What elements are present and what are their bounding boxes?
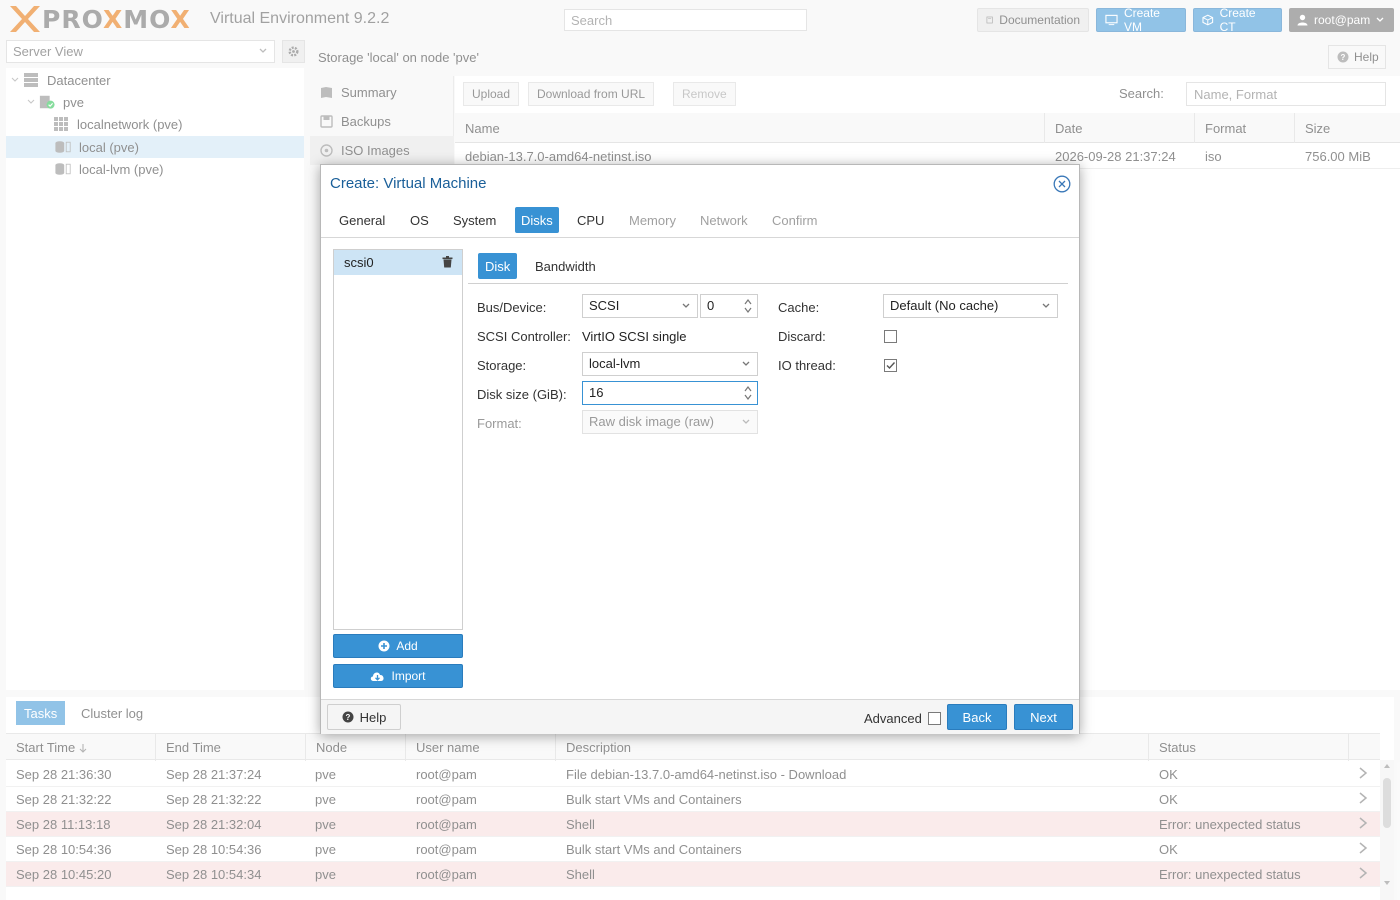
wizard-tabs: General OS System Disks CPU Memory Netwo… (321, 205, 1079, 237)
create-vm-dialog: Create: Virtual Machine General OS Syste… (320, 164, 1080, 734)
discard-label: Discard: (778, 329, 826, 344)
trash-icon[interactable] (442, 256, 453, 268)
question-circle-icon: ? (342, 711, 354, 723)
dialog-help-label: Help (359, 709, 387, 725)
import-disk-button[interactable]: Import (333, 664, 463, 688)
disk-size-label: Disk size (GiB): (477, 387, 567, 402)
tab-memory[interactable]: Memory (623, 207, 682, 233)
bus-select-value: SCSI (589, 298, 620, 313)
bus-select[interactable]: SCSI (582, 294, 698, 318)
chevron-down-icon (742, 419, 750, 424)
cloud-download-icon (371, 672, 385, 681)
scsi-controller-label: SCSI Controller: (477, 329, 571, 344)
bus-device-label: Bus/Device: (477, 300, 547, 315)
cache-select[interactable]: Default (No cache) (883, 294, 1058, 318)
cache-select-value: Default (No cache) (890, 298, 999, 313)
tab-os[interactable]: OS (404, 207, 435, 233)
scsi-controller-value: VirtIO SCSI single (582, 329, 687, 344)
device-number-value: 0 (707, 298, 715, 313)
back-button[interactable]: Back (947, 704, 1007, 730)
disk-list: scsi0 (333, 249, 463, 630)
advanced-label: Advanced (864, 711, 922, 726)
format-select[interactable]: Raw disk image (raw) (582, 410, 758, 434)
next-button[interactable]: Next (1014, 704, 1073, 730)
tab-disks[interactable]: Disks (515, 207, 559, 233)
tab-general[interactable]: General (333, 207, 391, 233)
close-icon[interactable] (1053, 175, 1071, 193)
discard-checkbox[interactable] (884, 330, 897, 343)
disk-size-value: 16 (589, 385, 604, 400)
advanced-checkbox[interactable] (928, 712, 941, 725)
disk-size-stepper[interactable]: 16 (582, 381, 758, 405)
chevron-down-icon (682, 303, 690, 308)
import-label: Import (391, 669, 426, 683)
io-thread-checkbox[interactable] (884, 359, 897, 372)
tab-cpu[interactable]: CPU (571, 207, 610, 233)
spinner-arrows-icon[interactable] (743, 297, 753, 315)
add-label: Add (396, 639, 418, 653)
disk-item-label: scsi0 (344, 255, 374, 270)
cache-label: Cache: (778, 300, 820, 315)
tab-confirm[interactable]: Confirm (766, 207, 824, 233)
add-disk-button[interactable]: Add (333, 634, 463, 658)
tab-system[interactable]: System (447, 207, 502, 233)
device-number-stepper[interactable]: 0 (700, 294, 758, 318)
storage-select-value: local-lvm (589, 356, 641, 371)
dialog-help-button[interactable]: ? Help (327, 704, 401, 730)
dialog-footer: ? Help Advanced Back Next (321, 699, 1079, 734)
plus-circle-icon (378, 640, 390, 652)
format-label: Format: (477, 416, 522, 431)
spinner-arrows-icon[interactable] (743, 384, 753, 402)
chevron-down-icon (742, 361, 750, 366)
storage-label: Storage: (477, 358, 527, 373)
format-select-value: Raw disk image (raw) (589, 414, 714, 429)
io-thread-label: IO thread: (778, 358, 836, 373)
list-item[interactable]: scsi0 (334, 250, 462, 275)
storage-select[interactable]: local-lvm (582, 352, 758, 376)
svg-text:?: ? (345, 713, 350, 722)
tab-network[interactable]: Network (694, 207, 754, 233)
subtab-bandwidth[interactable]: Bandwidth (528, 253, 603, 279)
dialog-body: scsi0 Add Import Disk Bandwidth Bus/Devi… (321, 237, 1079, 699)
checkmark-icon (886, 362, 896, 370)
dialog-title: Create: Virtual Machine (330, 175, 487, 192)
subtab-disk[interactable]: Disk (478, 253, 518, 279)
chevron-down-icon (1042, 303, 1050, 308)
